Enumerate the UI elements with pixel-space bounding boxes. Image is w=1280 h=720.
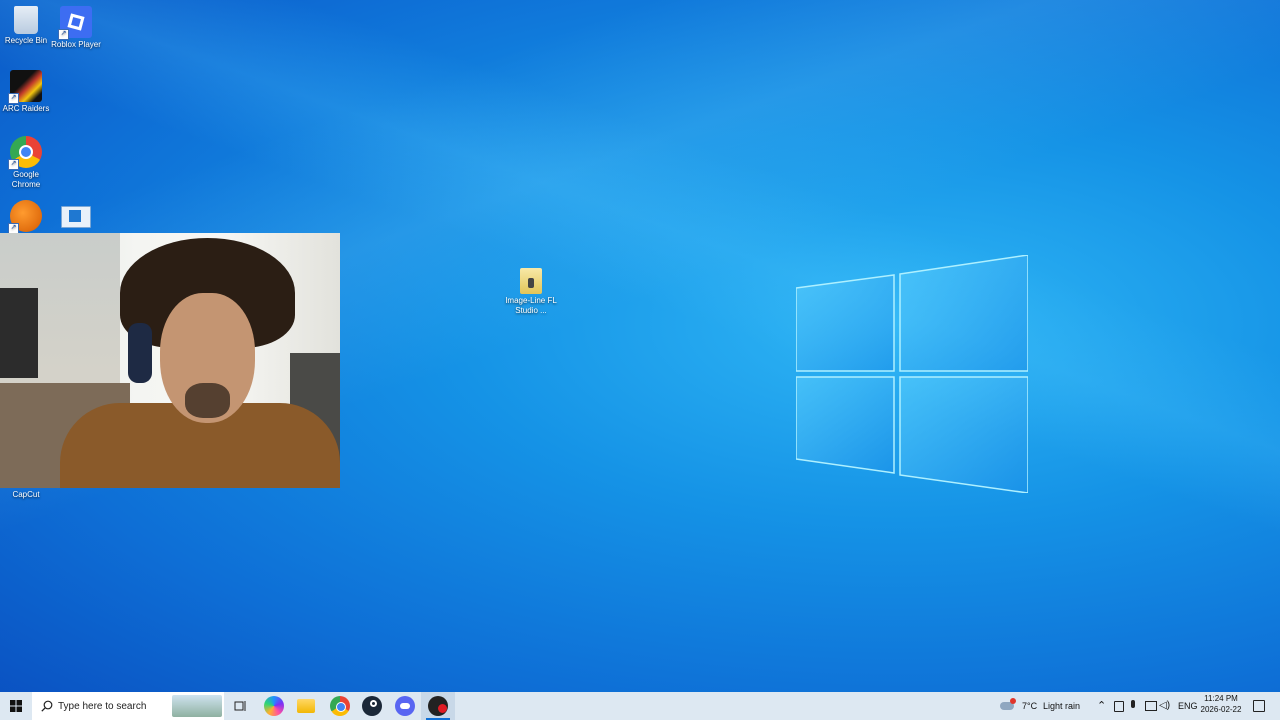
discord-icon[interactable] [395,696,415,716]
app-window-icon [61,206,91,228]
language-indicator[interactable]: ENG [1178,701,1198,711]
recording-app-icon[interactable] [428,696,448,716]
copilot-icon[interactable] [264,696,284,716]
clock-date: 2026-02-22 [1200,705,1242,714]
volume-icon[interactable]: ◁) [1159,700,1170,711]
desktop-icon-label: ARC Raiders [2,104,50,113]
desktop-icon-label: Google Chrome [11,170,41,189]
chrome-icon: ↗ [8,136,42,170]
desktop-icon-google-chrome[interactable]: ↗ Google Chrome [0,136,52,190]
microphone-icon[interactable] [1131,700,1135,708]
clock[interactable]: 11:24 PM 2026-02-22 [1196,693,1246,715]
desktop-icon-label: Recycle Bin [4,36,48,45]
desktop-icon-fl-studio-folder[interactable]: Image-Line FL Studio ... [505,268,557,316]
weather-rain-icon[interactable] [1000,698,1016,712]
weather-condition[interactable]: Light rain [1043,701,1080,711]
shortcut-arrow-icon: ↗ [8,159,19,170]
desktop-icon-roblox-player[interactable]: ↗ Roblox Player [50,6,102,50]
steam-icon[interactable] [362,696,382,716]
search-icon [41,700,53,712]
desktop-icon-label: Roblox Player [51,40,101,49]
background-monitor [0,288,38,378]
zip-folder-icon [520,268,542,294]
task-view-icon [234,701,246,711]
person-beard [185,383,230,418]
task-view-button[interactable] [228,692,252,720]
file-explorer-icon[interactable] [297,699,315,713]
weather-temperature[interactable]: 7°C [1022,701,1037,711]
windows-start-icon [10,700,22,712]
shortcut-arrow-icon: ↗ [58,29,69,40]
recycle-bin-icon [14,6,38,34]
webcam-overlay [0,233,340,488]
chevron-up-icon[interactable]: ⌃ [1097,699,1106,712]
desktop-icon-label: CapCut [12,490,40,499]
desktop-icon-arc-raiders[interactable]: ↗ ARC Raiders [0,70,52,114]
chrome-taskbar-icon[interactable] [330,696,350,716]
notifications-icon[interactable] [1253,700,1265,712]
windows-logo-wallpaper [796,255,1028,493]
start-button[interactable] [0,692,32,720]
taskbar: Type here to search 7°C Light rain ⌃ ◁) … [0,692,1280,720]
desktop-icon-recycle-bin[interactable]: Recycle Bin [0,6,52,46]
taskbar-search-box[interactable]: Type here to search [32,692,224,720]
network-icon[interactable] [1145,701,1157,711]
desktop-icon-fl-studio[interactable]: ↗ [0,200,52,234]
arc-raiders-icon: ↗ [8,70,42,104]
headset [128,323,152,383]
clock-time: 11:24 PM [1204,694,1238,703]
device-icon[interactable] [1114,701,1124,712]
search-highlight-image [172,695,222,717]
roblox-icon: ↗ [58,6,92,40]
fl-studio-icon: ↗ [8,200,42,234]
search-placeholder: Type here to search [58,700,147,712]
shortcut-arrow-icon: ↗ [8,93,19,104]
desktop-icon-app-window[interactable] [50,206,102,230]
desktop-icon-label: Image-Line FL Studio ... [505,296,557,315]
